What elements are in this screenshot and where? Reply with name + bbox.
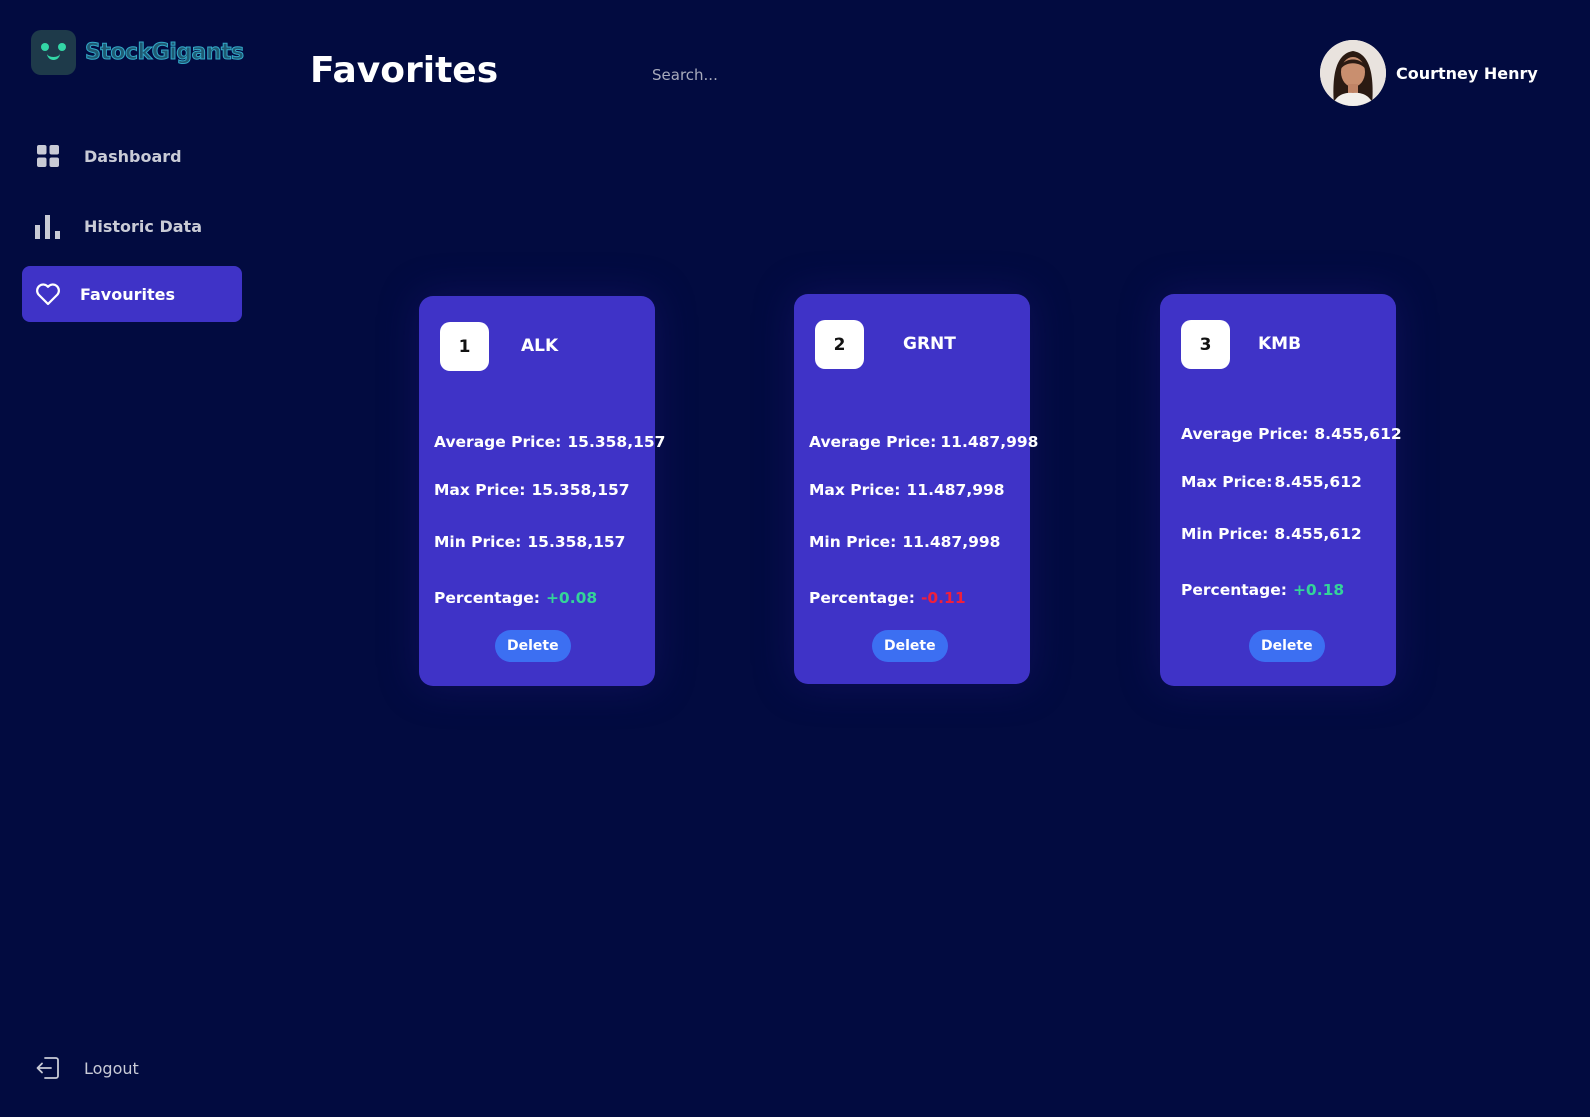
max-price-value: 11.487,998 xyxy=(906,481,1005,499)
favorite-card-kmb: 3 KMB Average Price: 8.455,612 Max Price:… xyxy=(1160,294,1402,686)
average-price-label: Average Price: xyxy=(1181,425,1309,443)
brand-logo[interactable]: StockGigants xyxy=(31,30,245,75)
sidebar-item-label: Historic Data xyxy=(84,216,202,236)
max-price-row: Max Price: 11.487,998 xyxy=(809,481,1005,499)
average-price-value: 8.455,612 xyxy=(1314,425,1402,443)
logout-label: Logout xyxy=(84,1058,139,1078)
rank-badge: 2 xyxy=(815,320,864,369)
percentage-label: Percentage: xyxy=(1181,581,1287,599)
average-price-row: Average Price: 8.455,612 xyxy=(1181,425,1402,443)
brand-name: StockGigants xyxy=(85,40,245,66)
search-input[interactable] xyxy=(650,62,954,88)
min-price-value: 8.455,612 xyxy=(1274,525,1362,543)
max-price-row: Max Price: 15.358,157 xyxy=(434,481,630,499)
min-price-label: Min Price: xyxy=(809,533,897,551)
bar-chart-icon xyxy=(34,212,62,240)
grid-icon xyxy=(34,142,62,170)
max-price-value: 8.455,612 xyxy=(1274,473,1362,491)
min-price-row: Min Price: 15.358,157 xyxy=(434,533,625,551)
min-price-row: Min Price: 11.487,998 xyxy=(809,533,1000,551)
average-price-label: Average Price: xyxy=(809,433,937,451)
percentage-value: +0.18 xyxy=(1292,581,1345,599)
favorite-card-alk: 1 ALK Average Price: 15.358,157 Max Price… xyxy=(419,296,665,686)
percentage-label: Percentage: xyxy=(434,589,540,607)
average-price-label: Average Price: xyxy=(434,433,562,451)
average-price-value: 15.358,157 xyxy=(567,433,666,451)
rank-badge: 1 xyxy=(440,322,489,371)
min-price-value: 11.487,998 xyxy=(902,533,1001,551)
user-name: Courtney Henry xyxy=(1396,63,1538,83)
average-price-row: Average Price: 15.358,157 xyxy=(434,433,665,451)
percentage-label: Percentage: xyxy=(809,589,915,607)
logo-icon xyxy=(31,30,76,75)
sidebar-item-favourites[interactable]: Favourites xyxy=(22,266,242,322)
delete-button[interactable]: Delete xyxy=(495,630,571,662)
sidebar-item-historic-data[interactable]: Historic Data xyxy=(22,198,242,254)
page-title: Favorites xyxy=(310,50,499,91)
avatar xyxy=(1320,40,1386,106)
logout-icon xyxy=(34,1054,62,1082)
max-price-label: Max Price: xyxy=(434,481,526,499)
max-price-label: Max Price: xyxy=(1181,473,1273,491)
max-price-row: Max Price: 8.455,612 xyxy=(1181,473,1362,491)
max-price-value: 15.358,157 xyxy=(531,481,630,499)
app: StockGigants Dashboard Historic Data Fav… xyxy=(0,0,1590,1117)
user-menu[interactable]: Courtney Henry xyxy=(1320,40,1538,106)
ticker-symbol: GRNT xyxy=(903,334,956,354)
percentage-row: Percentage: +0.08 xyxy=(434,589,597,607)
percentage-row: Percentage: +0.18 xyxy=(1181,581,1344,599)
min-price-row: Min Price: 8.455,612 xyxy=(1181,525,1362,543)
min-price-label: Min Price: xyxy=(1181,525,1269,543)
sidebar-item-label: Favourites xyxy=(80,284,175,304)
logout-button[interactable]: Logout xyxy=(34,1054,139,1082)
max-price-label: Max Price: xyxy=(809,481,901,499)
delete-button[interactable]: Delete xyxy=(872,630,948,662)
delete-button[interactable]: Delete xyxy=(1249,630,1325,662)
average-price-value: 11.487,998 xyxy=(940,433,1039,451)
percentage-value: +0.08 xyxy=(545,589,598,607)
average-price-row: Average Price: 11.487,998 xyxy=(809,433,1038,451)
sidebar-item-dashboard[interactable]: Dashboard xyxy=(22,128,242,184)
percentage-value: -0.11 xyxy=(920,589,966,607)
heart-icon xyxy=(34,280,62,308)
sidebar-item-label: Dashboard xyxy=(84,146,182,166)
min-price-label: Min Price: xyxy=(434,533,522,551)
ticker-symbol: ALK xyxy=(521,336,559,356)
rank-badge: 3 xyxy=(1181,320,1230,369)
ticker-symbol: KMB xyxy=(1258,334,1302,354)
min-price-value: 15.358,157 xyxy=(527,533,626,551)
favorite-card-grnt: 2 GRNT Average Price: 11.487,998 Max Pric… xyxy=(794,294,1038,684)
percentage-row: Percentage: -0.11 xyxy=(809,589,966,607)
